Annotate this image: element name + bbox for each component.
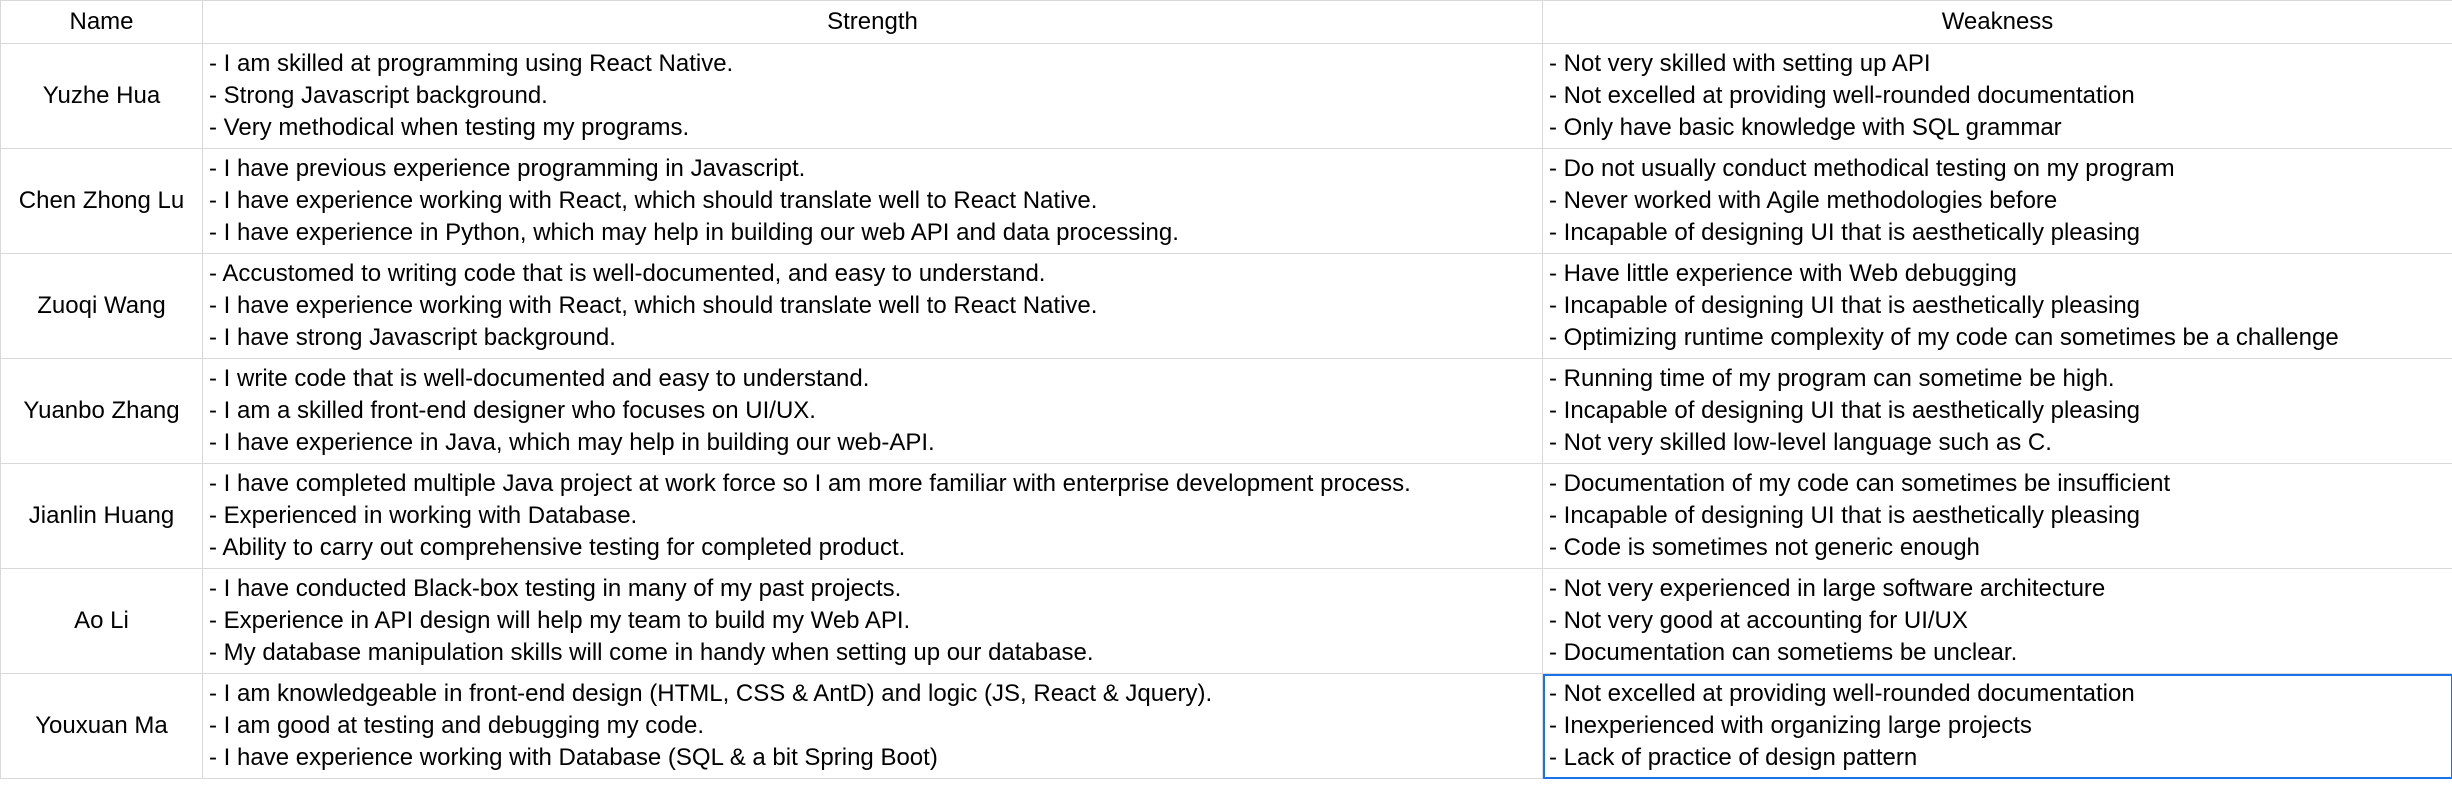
weakness-line: - Have little experience with Web debugg… — [1549, 260, 2017, 287]
strength-line: - Very methodical when testing my progra… — [209, 114, 690, 141]
weakness-line: - Only have basic knowledge with SQL gra… — [1549, 114, 2062, 141]
strength-line: - I have experience working with Databas… — [209, 744, 938, 771]
name-cell[interactable]: Youxuan Ma — [0, 673, 203, 779]
table-row: Chen Zhong Lu - I have previous experienc… — [0, 148, 2452, 254]
strength-cell[interactable]: - I am knowledgeable in front-end design… — [202, 673, 1543, 779]
table-row: Ao Li - I have conducted Black-box testin… — [0, 568, 2452, 674]
weakness-cell[interactable]: - Have little experience with Web debugg… — [1542, 253, 2452, 359]
weakness-line: - Do not usually conduct methodical test… — [1549, 155, 2175, 182]
strength-lines: - Accustomed to writing code that is wel… — [203, 258, 1542, 354]
weakness-lines: - Do not usually conduct methodical test… — [1543, 153, 2452, 249]
table-row: Youxuan Ma - I am knowledgeable in front-… — [0, 673, 2452, 779]
weakness-cell[interactable]: - Not excelled at providing well-rounded… — [1542, 673, 2452, 779]
name-cell[interactable]: Yuzhe Hua — [0, 43, 203, 149]
strength-cell[interactable]: - I have completed multiple Java project… — [202, 463, 1543, 569]
weakness-cell[interactable]: - Not very experienced in large software… — [1542, 568, 2452, 674]
strength-cell[interactable]: - Accustomed to writing code that is wel… — [202, 253, 1543, 359]
name-cell[interactable]: Chen Zhong Lu — [0, 148, 203, 254]
weakness-lines: - Not excelled at providing well-rounded… — [1543, 678, 2452, 774]
name-cell[interactable]: Yuanbo Zhang — [0, 358, 203, 464]
strength-lines: - I write code that is well-documented a… — [203, 363, 1542, 459]
strength-line: - I have strong Javascript background. — [209, 324, 616, 351]
weakness-line: - Incapable of designing UI that is aest… — [1549, 292, 2141, 319]
strength-line: - I write code that is well-documented a… — [209, 365, 870, 392]
weakness-lines: - Documentation of my code can sometimes… — [1543, 468, 2452, 564]
table-body: Yuzhe Hua - I am skilled at programming u… — [0, 43, 2452, 779]
table-row: Yuanbo Zhang - I write code that is well-… — [0, 358, 2452, 464]
table-row: Jianlin Huang - I have completed multiple… — [0, 463, 2452, 569]
weakness-line: - Running time of my program can sometim… — [1549, 365, 2115, 392]
strength-line: - I am knowledgeable in front-end design… — [209, 680, 1213, 707]
strength-line: - My database manipulation skills will c… — [209, 639, 1094, 666]
strength-line: - I have experience in Java, which may h… — [209, 429, 935, 456]
name-cell[interactable]: Zuoqi Wang — [0, 253, 203, 359]
strength-lines: - I am knowledgeable in front-end design… — [203, 678, 1542, 774]
strength-line: - I am skilled at programming using Reac… — [209, 50, 734, 77]
weakness-line: - Incapable of designing UI that is aest… — [1549, 219, 2141, 246]
weakness-lines: - Not very skilled with setting up API - … — [1543, 48, 2452, 144]
strength-lines: - I have previous experience programming… — [203, 153, 1542, 249]
strength-line: - I have conducted Black-box testing in … — [209, 575, 902, 602]
weakness-line: - Not very skilled low-level language su… — [1549, 429, 2052, 456]
strength-line: - Experienced in working with Database. — [209, 502, 638, 529]
weakness-line: - Code is sometimes not generic enough — [1549, 534, 1980, 561]
strength-cell[interactable]: - I am skilled at programming using Reac… — [202, 43, 1543, 149]
weakness-line: - Not very experienced in large software… — [1549, 575, 2106, 602]
weakness-lines: - Running time of my program can sometim… — [1543, 363, 2452, 459]
strength-lines: - I have completed multiple Java project… — [203, 468, 1542, 564]
weakness-line: - Optimizing runtime complexity of my co… — [1549, 324, 2339, 351]
strength-line: - I am a skilled front-end designer who … — [209, 397, 816, 424]
strength-line: - I have experience working with React, … — [209, 292, 1098, 319]
strength-cell[interactable]: - I have previous experience programming… — [202, 148, 1543, 254]
spreadsheet-grid: Name Strength Weakness Yuzhe Hua - I am s… — [0, 0, 2452, 779]
strength-line: - I am good at testing and debugging my … — [209, 712, 704, 739]
weakness-line: - Never worked with Agile methodologies … — [1549, 187, 2058, 214]
name-cell[interactable]: Ao Li — [0, 568, 203, 674]
strength-cell[interactable]: - I have conducted Black-box testing in … — [202, 568, 1543, 674]
header-row: Name Strength Weakness — [0, 0, 2452, 44]
weakness-lines: - Not very experienced in large software… — [1543, 573, 2452, 669]
strength-line: - I have previous experience programming… — [209, 155, 806, 182]
weakness-line: - Incapable of designing UI that is aest… — [1549, 502, 2141, 529]
strength-line: - Accustomed to writing code that is wel… — [209, 260, 1046, 287]
weakness-line: - Incapable of designing UI that is aest… — [1549, 397, 2141, 424]
weakness-line: - Documentation can sometiems be unclear… — [1549, 639, 2018, 666]
strength-line: - I have completed multiple Java project… — [209, 470, 1411, 497]
strength-line: - I have experience working with React, … — [209, 187, 1098, 214]
strength-lines: - I have conducted Black-box testing in … — [203, 573, 1542, 669]
strength-line: - Experience in API design will help my … — [209, 607, 911, 634]
strength-line: - Strong Javascript background. — [209, 82, 548, 109]
name-cell[interactable]: Jianlin Huang — [0, 463, 203, 569]
weakness-cell[interactable]: - Documentation of my code can sometimes… — [1542, 463, 2452, 569]
weakness-cell[interactable]: - Not very skilled with setting up API - … — [1542, 43, 2452, 149]
header-cell-weakness[interactable]: Weakness — [1542, 0, 2452, 44]
weakness-line: - Documentation of my code can sometimes… — [1549, 470, 2171, 497]
strength-cell[interactable]: - I write code that is well-documented a… — [202, 358, 1543, 464]
strength-line: - I have experience in Python, which may… — [209, 219, 1179, 246]
weakness-line: - Lack of practice of design pattern — [1549, 744, 1918, 771]
weakness-line: - Not excelled at providing well-rounded… — [1549, 680, 2135, 707]
header-cell-name[interactable]: Name — [0, 0, 203, 44]
strength-line: - Ability to carry out comprehensive tes… — [209, 534, 906, 561]
weakness-line: - Inexperienced with organizing large pr… — [1549, 712, 2032, 739]
table-row: Zuoqi Wang - Accustomed to writing code t… — [0, 253, 2452, 359]
header-cell-strength[interactable]: Strength — [202, 0, 1543, 44]
weakness-cell[interactable]: - Do not usually conduct methodical test… — [1542, 148, 2452, 254]
weakness-line: - Not very good at accounting for UI/UX — [1549, 607, 1968, 634]
weakness-cell[interactable]: - Running time of my program can sometim… — [1542, 358, 2452, 464]
weakness-line: - Not very skilled with setting up API — [1549, 50, 1931, 77]
strength-lines: - I am skilled at programming using Reac… — [203, 48, 1542, 144]
table-row: Yuzhe Hua - I am skilled at programming u… — [0, 43, 2452, 149]
weakness-lines: - Have little experience with Web debugg… — [1543, 258, 2452, 354]
weakness-line: - Not excelled at providing well-rounded… — [1549, 82, 2135, 109]
